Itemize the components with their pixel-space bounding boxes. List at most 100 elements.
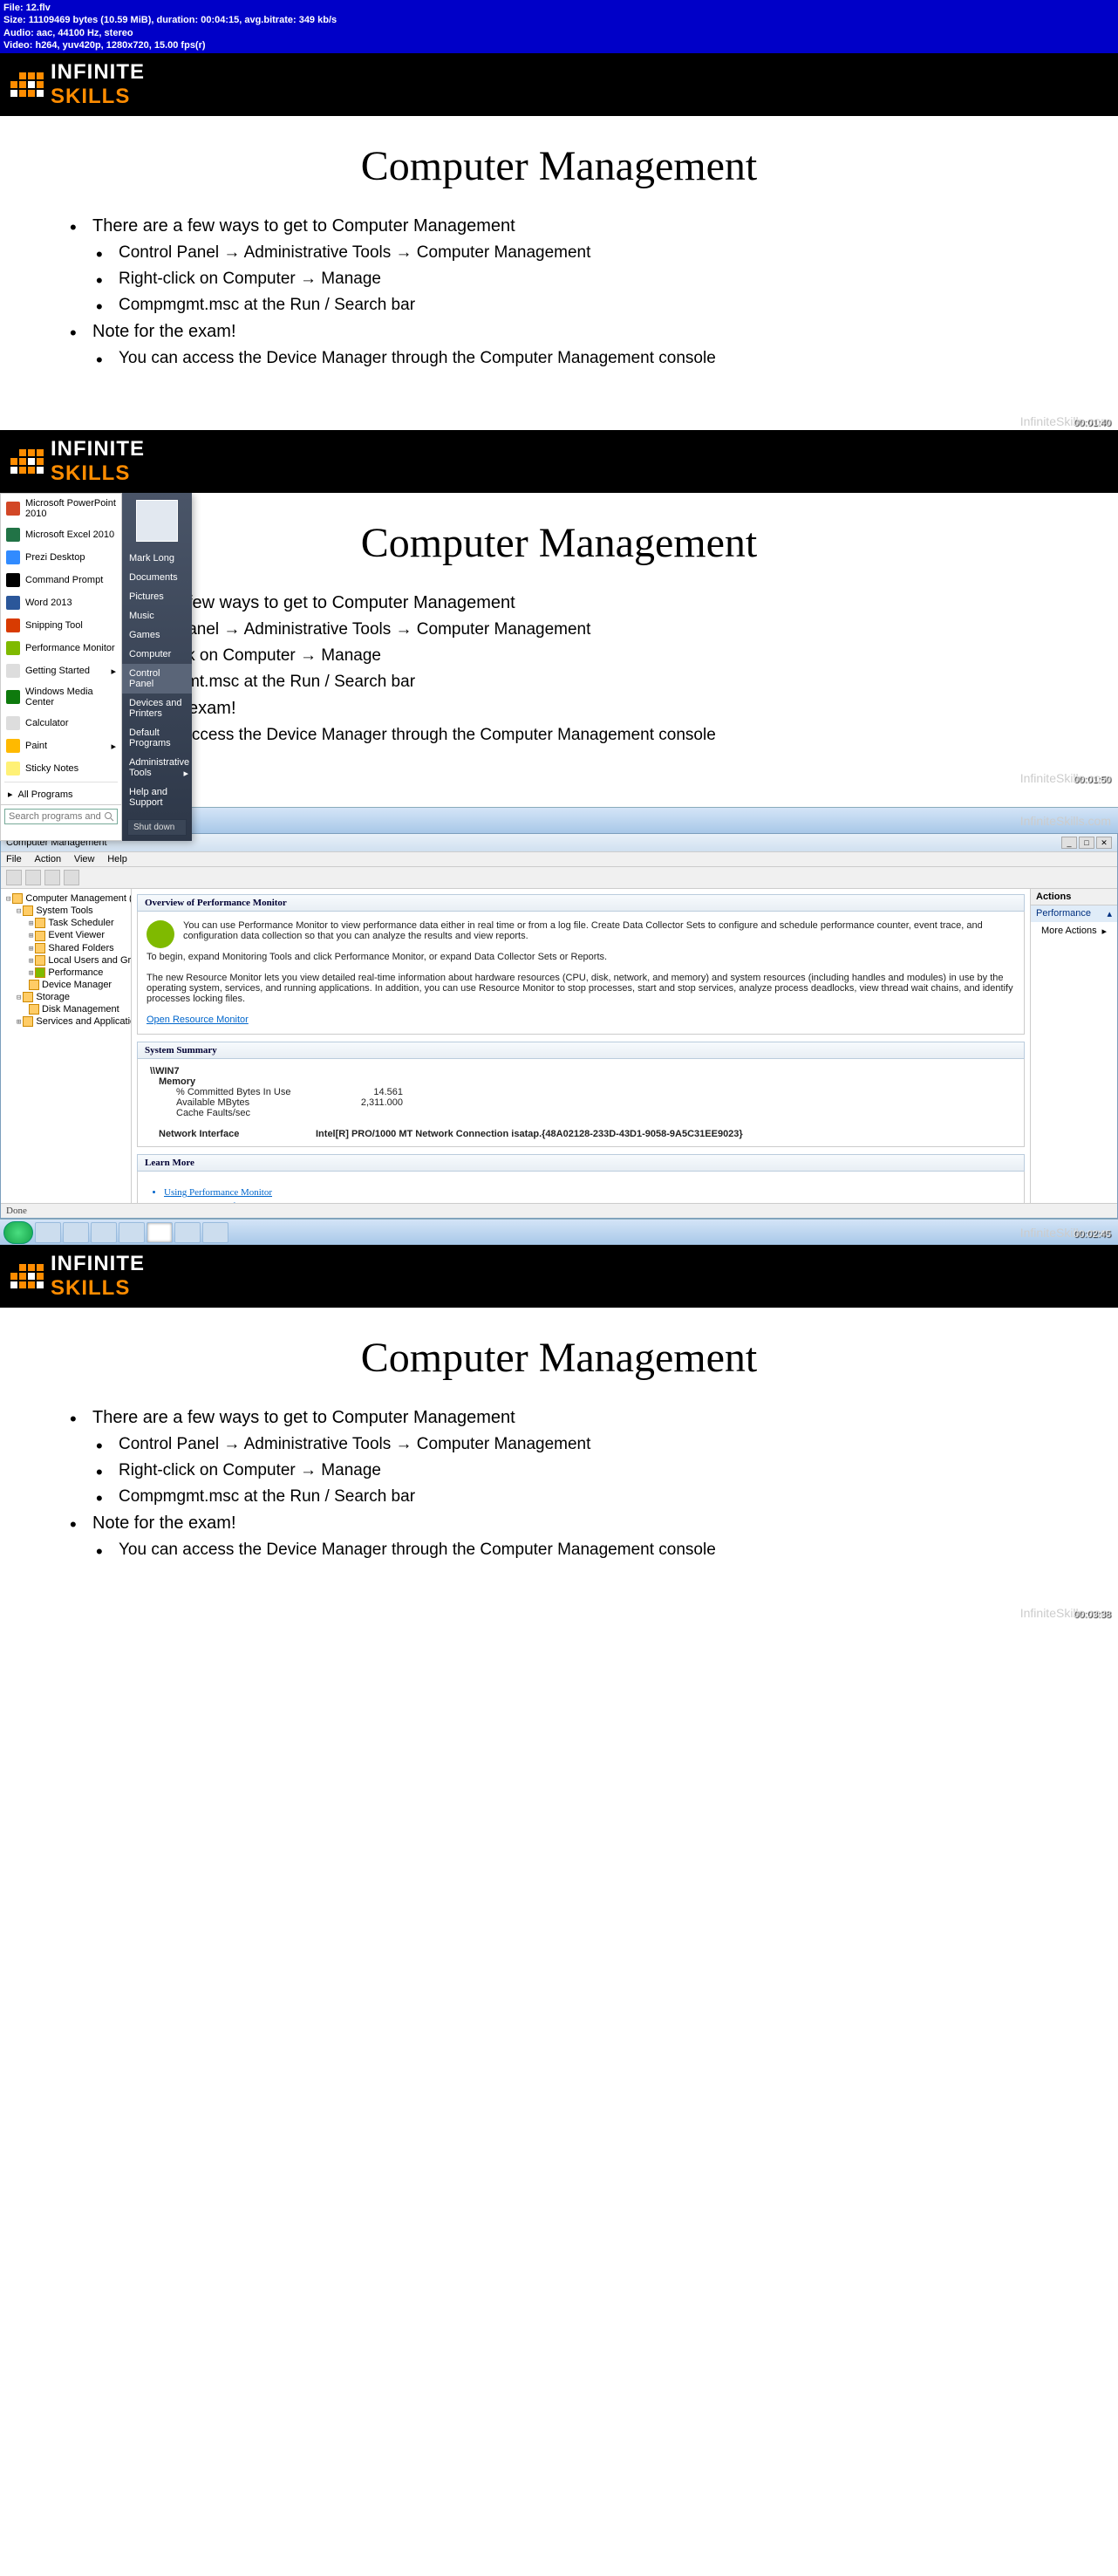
perfmon-icon — [147, 920, 174, 948]
program-prezi[interactable]: Prezi Desktop — [1, 546, 121, 569]
menu-view[interactable]: View — [74, 854, 95, 864]
taskbar-app-icon[interactable] — [174, 1222, 201, 1243]
taskbar-wmp-icon[interactable] — [91, 1222, 117, 1243]
program-calc[interactable]: Calculator — [1, 712, 121, 735]
logo-icon — [10, 72, 44, 97]
timestamp: 00:03:38 — [1074, 1609, 1111, 1620]
actions-pane: Actions Performance▴ More Actions▸ — [1030, 889, 1117, 1203]
tree-services[interactable]: ⊞Services and Applications — [4, 1015, 127, 1028]
sub-bullet: Control Panel → Administrative Tools → C… — [96, 620, 1083, 639]
metric-value: 14.561 — [333, 1087, 403, 1097]
toolbar-forward-icon[interactable] — [25, 870, 41, 885]
start-button[interactable] — [3, 1221, 33, 1244]
program-paint[interactable]: Paint▸ — [1, 735, 121, 757]
bullet: There are a few ways to get to Computer … — [70, 216, 1083, 236]
tree-system-tools[interactable]: ⊟System Tools — [4, 905, 127, 917]
media-file: File: 12.flv — [3, 2, 1115, 14]
sub-bullet: Compmgmt.msc at the Run / Search bar — [96, 1487, 1083, 1507]
program-excel[interactable]: Microsoft Excel 2010 — [1, 523, 121, 546]
menu-help[interactable]: Help — [107, 854, 127, 864]
program-sticky[interactable]: Sticky Notes — [1, 757, 121, 780]
sub-bullet: You can access the Device Manager throug… — [96, 1541, 1083, 1560]
learn-header: Learn More — [137, 1154, 1025, 1172]
metric-label: Cache Faults/sec — [176, 1108, 333, 1118]
tree-root[interactable]: ⊟Computer Management (Local) — [4, 892, 127, 905]
metric-label: Available MBytes — [176, 1097, 333, 1108]
place-games[interactable]: Games — [122, 625, 192, 645]
sub-bullet: Control Panel → Administrative Tools → C… — [96, 243, 1083, 263]
bullet: Note for the exam! — [70, 699, 1083, 719]
tree-local-users[interactable]: ⊞Local Users and Groups — [4, 954, 127, 967]
ni-value: Intel[R] PRO/1000 MT Network Connection … — [316, 1129, 743, 1139]
console-tree: ⊟Computer Management (Local) ⊟System Too… — [1, 889, 132, 1203]
sub-bullet: Right-click on Computer → Manage — [96, 646, 1083, 666]
actions-header: Actions — [1031, 889, 1117, 905]
taskbar-ie-icon[interactable] — [35, 1222, 61, 1243]
toolbar-up-icon[interactable] — [44, 870, 60, 885]
learn-link[interactable]: Working with Performance Monitor Reports — [164, 1201, 998, 1203]
program-getting-started[interactable]: Getting Started▸ — [1, 659, 121, 682]
user-name[interactable]: Mark Long — [122, 549, 192, 568]
taskbar-word-icon[interactable] — [119, 1222, 145, 1243]
place-control-panel[interactable]: Control Panel — [122, 664, 192, 694]
overview-text: To begin, expand Monitoring Tools and cl… — [147, 952, 1015, 962]
program-snipping[interactable]: Snipping Tool — [1, 614, 121, 637]
tree-shared-folders[interactable]: ⊞Shared Folders — [4, 942, 127, 954]
logo-text: INFINITESKILLS — [51, 60, 145, 109]
actions-more[interactable]: More Actions▸ — [1031, 922, 1117, 940]
maximize-button[interactable]: □ — [1079, 837, 1094, 849]
menu-file[interactable]: File — [6, 854, 22, 864]
search-input[interactable] — [4, 809, 118, 824]
place-help[interactable]: Help and Support — [122, 782, 192, 812]
bullet: There are a few ways to get to Computer … — [70, 1408, 1083, 1428]
metric-value — [333, 1108, 403, 1118]
place-computer[interactable]: Computer — [122, 645, 192, 664]
shutdown-button[interactable]: Shut down — [127, 819, 187, 836]
program-word[interactable]: Word 2013 — [1, 591, 121, 614]
metric-label: % Committed Bytes In Use — [176, 1087, 333, 1097]
minimize-button[interactable]: _ — [1061, 837, 1077, 849]
close-button[interactable]: ✕ — [1096, 837, 1112, 849]
program-perfmon[interactable]: Performance Monitor — [1, 637, 121, 659]
slide-2: Computer Management There are a few ways… — [0, 493, 1118, 807]
timestamp: 00:02:45 — [1074, 1229, 1111, 1240]
program-powerpoint[interactable]: Microsoft PowerPoint 2010 — [1, 494, 121, 523]
user-avatar — [136, 500, 178, 542]
place-admin-tools[interactable]: Administrative Tools — [122, 753, 192, 782]
tree-device-manager[interactable]: Device Manager — [4, 979, 127, 991]
sub-bullet: Control Panel → Administrative Tools → C… — [96, 1435, 1083, 1454]
all-programs[interactable]: ▸All Programs — [1, 784, 121, 804]
open-resource-monitor-link[interactable]: Open Resource Monitor — [147, 1015, 249, 1025]
tree-disk-management[interactable]: Disk Management — [4, 1003, 127, 1015]
taskbar-explorer-icon[interactable] — [63, 1222, 89, 1243]
place-music[interactable]: Music — [122, 606, 192, 625]
place-documents[interactable]: Documents — [122, 568, 192, 587]
learn-link[interactable]: Using Performance Monitor — [164, 1187, 998, 1198]
menu-action[interactable]: Action — [34, 854, 61, 864]
tree-storage[interactable]: ⊟Storage — [4, 991, 127, 1003]
program-wmc[interactable]: Windows Media Center — [1, 682, 121, 712]
place-pictures[interactable]: Pictures — [122, 587, 192, 606]
toolbar-help-icon[interactable] — [64, 870, 79, 885]
sub-bullet: Compmgmt.msc at the Run / Search bar — [96, 673, 1083, 692]
media-audio: Audio: aac, 44100 Hz, stereo — [3, 27, 1115, 39]
taskbar: InfiniteSkills.com 00:02:45 — [0, 1219, 1118, 1245]
actions-category[interactable]: Performance▴ — [1031, 905, 1117, 922]
logo-bar: INFINITESKILLS — [0, 1245, 1118, 1308]
tree-task-scheduler[interactable]: ⊞Task Scheduler — [4, 917, 127, 929]
logo-text: INFINITESKILLS — [51, 437, 145, 486]
toolbar-back-icon[interactable] — [6, 870, 22, 885]
timestamp: 00:01:50 — [1074, 775, 1111, 785]
tree-event-viewer[interactable]: ⊞Event Viewer — [4, 929, 127, 941]
host-name: \\WIN7 — [150, 1066, 1012, 1076]
media-video: Video: h264, yuv420p, 1280x720, 15.00 fp… — [3, 39, 1115, 51]
taskbar-mmc-icon[interactable] — [202, 1222, 228, 1243]
logo-icon — [10, 449, 44, 474]
taskbar-powerpoint-icon[interactable] — [147, 1222, 173, 1243]
logo-icon — [10, 1264, 44, 1288]
place-default-programs[interactable]: Default Programs — [122, 723, 192, 753]
start-search — [1, 804, 121, 828]
program-cmd[interactable]: Command Prompt — [1, 569, 121, 591]
tree-performance[interactable]: ⊞Performance — [4, 967, 127, 979]
place-devices[interactable]: Devices and Printers — [122, 694, 192, 723]
